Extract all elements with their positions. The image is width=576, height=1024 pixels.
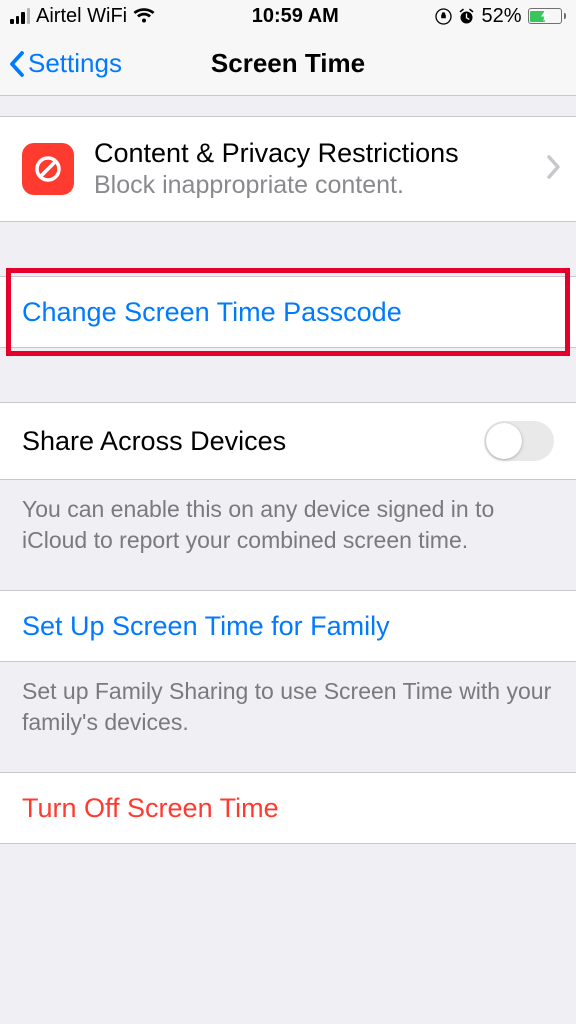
cellular-signal-icon [10, 8, 30, 24]
battery-percent: 52% [481, 5, 521, 28]
back-label: Settings [28, 48, 122, 79]
orientation-lock-icon [435, 8, 452, 25]
status-left: Airtel WiFi [10, 5, 155, 28]
share-across-devices-toggle[interactable] [484, 421, 554, 461]
back-button[interactable]: Settings [0, 48, 122, 79]
share-across-devices-footer: You can enable this on any device signed… [0, 480, 576, 556]
battery-icon [528, 8, 567, 24]
turn-off-label: Turn Off Screen Time [22, 793, 279, 824]
alarm-icon [458, 8, 475, 25]
no-symbol-icon [22, 143, 74, 195]
status-time: 10:59 AM [252, 5, 339, 28]
setup-family-footer: Set up Family Sharing to use Screen Time… [0, 662, 576, 738]
turn-off-screen-time-row[interactable]: Turn Off Screen Time [0, 772, 576, 844]
status-bar: Airtel WiFi 10:59 AM 52% [0, 0, 576, 32]
status-right: 52% [435, 5, 566, 28]
nav-header: Settings Screen Time [0, 32, 576, 96]
page-title: Screen Time [211, 48, 365, 79]
change-passcode-label: Change Screen Time Passcode [22, 297, 402, 328]
share-across-devices-label: Share Across Devices [22, 426, 286, 457]
content-privacy-subtitle: Block inappropriate content. [94, 171, 524, 200]
chevron-left-icon [8, 50, 26, 78]
setup-family-row[interactable]: Set Up Screen Time for Family [0, 590, 576, 662]
content-privacy-title: Content & Privacy Restrictions [94, 138, 524, 169]
content-privacy-text: Content & Privacy Restrictions Block ina… [94, 138, 524, 200]
change-passcode-row[interactable]: Change Screen Time Passcode [0, 276, 576, 348]
chevron-right-icon [544, 153, 562, 186]
carrier-label: Airtel WiFi [36, 5, 127, 28]
content-privacy-row[interactable]: Content & Privacy Restrictions Block ina… [0, 116, 576, 222]
setup-family-label: Set Up Screen Time for Family [22, 611, 390, 642]
wifi-icon [133, 8, 155, 24]
share-across-devices-row: Share Across Devices [0, 402, 576, 480]
